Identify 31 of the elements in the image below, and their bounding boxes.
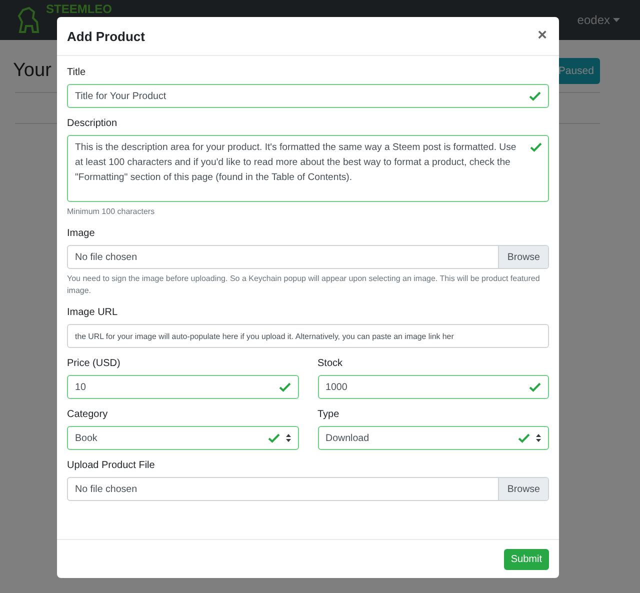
field-label: Description: [67, 118, 118, 129]
check-icon: [529, 91, 541, 101]
help-text: You need to sign the image before uploading. So a Keychain popup will appear upon selecting an image. This will be product featured image.: [67, 273, 541, 297]
input-field[interactable]: Title for Your Product: [67, 84, 549, 108]
field-label: Upload Product File: [67, 460, 156, 471]
page-heading: Your: [13, 60, 52, 82]
lion-logo-icon: [16, 6, 40, 34]
check-icon: [530, 142, 542, 152]
caret-icon: [613, 18, 620, 22]
close-button[interactable]: ×: [536, 27, 549, 45]
input-field[interactable]: 1000: [318, 375, 549, 399]
check-icon: [278, 382, 290, 392]
help-text: Minimum 100 characters: [67, 206, 156, 218]
select-field[interactable]: Download: [318, 426, 549, 450]
dialog-title: Add Product: [67, 28, 145, 44]
check-icon: [529, 382, 541, 392]
field-label: Image: [67, 228, 96, 239]
field-label: Stock: [318, 358, 344, 369]
check-icon: [268, 433, 280, 443]
textarea-field[interactable]: This is the description area for your product. It's formatted the same way a Steem post is formatted. Use at least 100 characters and if you'd like to read more about the best way to format a product, check the "Formatting" section of this page (found in the Table of Contents).: [67, 135, 549, 202]
select-arrows-icon: [286, 434, 290, 442]
input-field[interactable]: 10: [67, 375, 298, 399]
field-label: Type: [318, 409, 340, 420]
logo-text: STEEMLEO: [46, 2, 112, 16]
field-label: Title: [67, 67, 87, 78]
field-label: Price (USD): [67, 358, 122, 369]
field-label: Image URL: [67, 307, 119, 318]
select-arrows-icon: [536, 434, 541, 442]
field-label: Category: [67, 409, 109, 420]
select-field[interactable]: Book: [67, 426, 298, 450]
check-icon: [518, 433, 530, 443]
